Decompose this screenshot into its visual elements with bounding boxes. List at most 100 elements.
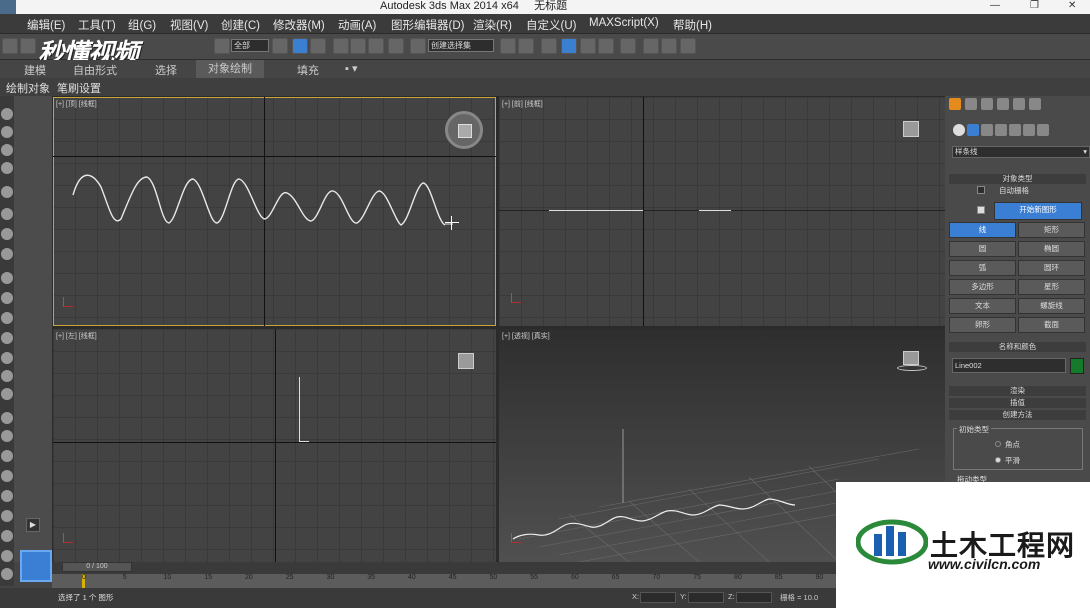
select-by-name-icon[interactable] [272, 38, 288, 54]
corner-radio[interactable] [995, 441, 1001, 447]
helix-button[interactable]: 螺旋线 [1018, 298, 1085, 314]
tab-object-paint[interactable]: 对象绘制 [196, 60, 264, 78]
systems-icon[interactable] [1037, 124, 1049, 136]
menu-create[interactable]: 创建(C) [221, 17, 260, 33]
viewport-front[interactable]: [+] [前] [线框] [499, 97, 945, 326]
snap-icon[interactable] [333, 38, 349, 54]
brush-icon[interactable] [1, 430, 13, 442]
rendered-frame-icon[interactable] [661, 38, 677, 54]
edit-named-sets-icon[interactable] [410, 38, 426, 54]
spline-shape-front-2[interactable] [699, 210, 731, 211]
viewport-label-front[interactable]: [+] [前] [线框] [502, 99, 543, 109]
autogrid-checkbox[interactable] [977, 186, 985, 194]
utilities-tab-icon[interactable] [1029, 98, 1041, 110]
hierarchy-tab-icon[interactable] [981, 98, 993, 110]
circle-button[interactable]: 圆 [949, 241, 1016, 257]
tab-populate[interactable]: 填充 [297, 62, 319, 78]
box-icon[interactable] [1, 126, 13, 138]
walker-icon[interactable] [1, 530, 13, 542]
ball-icon[interactable] [1, 550, 13, 562]
cameras-icon[interactable] [995, 124, 1007, 136]
geometry-icon[interactable] [953, 124, 965, 136]
line-button[interactable]: 线 [949, 222, 1016, 238]
restore-button[interactable]: ❐ [1030, 0, 1039, 12]
motion-tab-icon[interactable] [997, 98, 1009, 110]
tab-selection[interactable]: 选择 [155, 62, 177, 78]
spline-shape-left[interactable] [299, 377, 300, 441]
brush-settings-button[interactable]: 笔刷设置 [57, 80, 101, 96]
menu-view[interactable]: 视图(V) [170, 17, 208, 33]
arc-button[interactable]: 弧 [949, 260, 1016, 276]
torus-icon[interactable] [1, 332, 13, 344]
x-coord-field[interactable] [640, 592, 676, 603]
tree-icon[interactable] [1, 450, 13, 462]
helpers-icon[interactable] [1009, 124, 1021, 136]
viewcube-icon[interactable] [903, 121, 919, 137]
mirror-icon[interactable] [500, 38, 516, 54]
star-button[interactable]: 星形 [1018, 279, 1085, 295]
percent-snap-icon[interactable] [368, 38, 384, 54]
minimize-button[interactable]: — [990, 0, 1000, 12]
name-color-header[interactable]: 名称和颜色 [949, 342, 1086, 352]
menu-graph-editors[interactable]: 图形编辑器(D) [391, 17, 464, 33]
interpolation-rollout[interactable]: 插值 [949, 398, 1086, 408]
lights-icon[interactable] [981, 124, 993, 136]
light-icon[interactable] [1, 186, 13, 198]
helper-icon[interactable] [1, 228, 13, 240]
space-warp-icon[interactable] [1, 248, 13, 260]
app-icon[interactable] [0, 0, 16, 14]
align-icon[interactable] [518, 38, 534, 54]
named-selection-dropdown[interactable]: 创建选择集 [428, 39, 494, 52]
menu-modifiers[interactable]: 修改器(M) [273, 17, 325, 33]
leaf-icon[interactable] [1, 490, 13, 502]
viewcube-icon[interactable] [897, 351, 927, 373]
menu-animation[interactable]: 动画(A) [338, 17, 376, 33]
object-type-header[interactable]: 对象类型 [949, 174, 1086, 184]
spline-shape[interactable] [53, 97, 496, 326]
unlink-icon[interactable] [20, 38, 36, 54]
paint-objects-button[interactable]: 绘制对象 [6, 80, 50, 96]
viewport-top[interactable]: [+] [顶] [线框] [53, 97, 496, 326]
donut-button[interactable]: 圆环 [1018, 260, 1085, 276]
camera-icon[interactable] [1, 208, 13, 220]
schematic-view-icon[interactable] [598, 38, 614, 54]
plane-icon[interactable] [1, 272, 13, 284]
sun-icon[interactable] [1, 370, 13, 382]
category-dropdown[interactable]: 样条线 ▾ [952, 146, 1090, 158]
selection-filter-dropdown[interactable]: 全部 [231, 39, 269, 52]
viewport-label-left[interactable]: [+] [左] [线框] [56, 331, 97, 341]
ribbon-options-icon[interactable]: ▪ ▾ [345, 62, 357, 75]
menu-customize[interactable]: 自定义(U) [526, 17, 576, 33]
graphite-toggle-icon[interactable] [561, 38, 577, 54]
cylinder-icon[interactable] [1, 312, 13, 324]
globe-icon[interactable] [1, 470, 13, 482]
ngon-button[interactable]: 多边形 [949, 279, 1016, 295]
spline-shape-persp[interactable] [512, 498, 796, 540]
material-editor-icon[interactable] [620, 38, 636, 54]
viewport-left[interactable]: [+] [左] [线框] [53, 329, 496, 562]
section-button[interactable]: 截面 [1018, 317, 1085, 333]
cone-icon[interactable] [1, 352, 13, 364]
viewcube-icon[interactable] [458, 353, 474, 369]
curve-editor-icon[interactable] [580, 38, 596, 54]
render-setup-icon[interactable] [643, 38, 659, 54]
shapes-icon[interactable] [967, 124, 979, 136]
z-coord-field[interactable] [736, 592, 772, 603]
paint-icon[interactable] [1, 412, 13, 424]
smooth-radio[interactable] [995, 457, 1001, 463]
object-color-swatch[interactable] [1070, 358, 1084, 374]
select-rotate-icon[interactable] [310, 38, 326, 54]
link-icon[interactable] [2, 38, 18, 54]
teapot-icon[interactable] [1, 108, 13, 120]
expand-arrow-icon[interactable]: ▶ [26, 518, 40, 532]
close-button[interactable]: ✕ [1068, 0, 1076, 12]
create-tab-icon[interactable] [949, 98, 961, 110]
figure-icon[interactable] [1, 510, 13, 522]
text-button[interactable]: 文本 [949, 298, 1016, 314]
menu-maxscript[interactable]: MAXScript(X) [589, 17, 659, 29]
render-icon[interactable] [680, 38, 696, 54]
start-new-shape-button[interactable]: 开始新图形 [994, 202, 1082, 220]
spline-shape-front[interactable] [549, 210, 643, 211]
layer-manager-icon[interactable] [541, 38, 557, 54]
display-tab-icon[interactable] [1013, 98, 1025, 110]
